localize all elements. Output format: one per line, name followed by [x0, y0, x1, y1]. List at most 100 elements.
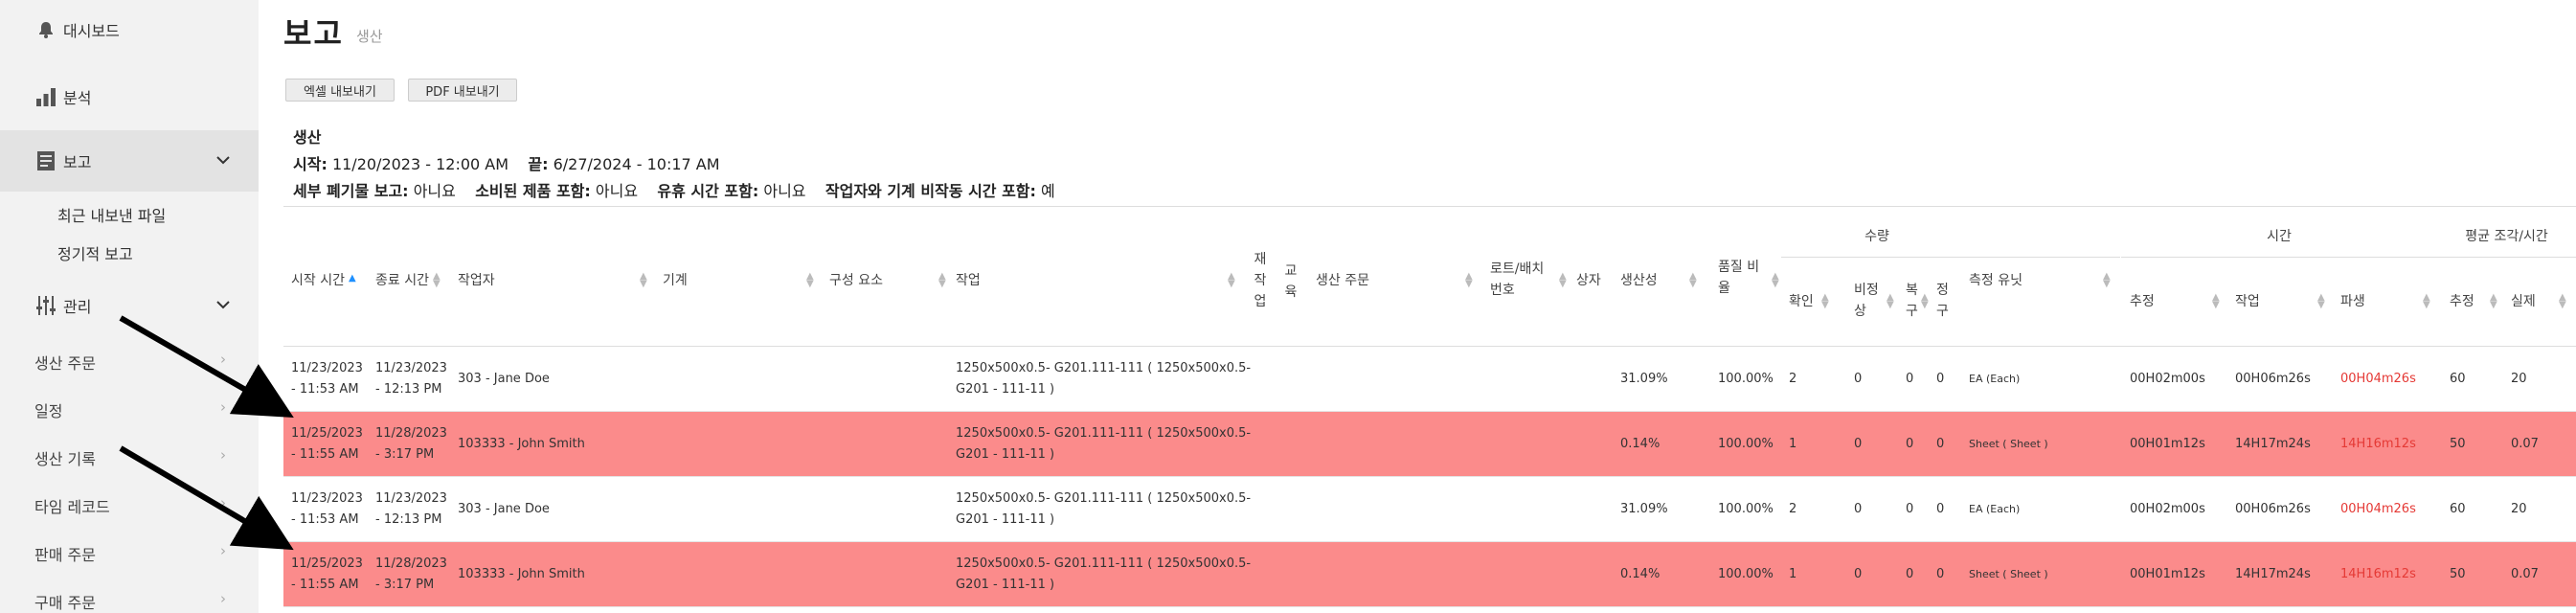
table-cell-fix: 0: [1936, 369, 1944, 390]
col-header-start-time[interactable]: 시작 시간: [291, 270, 345, 291]
col-header-end-time[interactable]: 종료 시간: [375, 270, 429, 291]
sidebar-subitem-recent-exports[interactable]: 최근 내보낸 파일: [57, 203, 166, 226]
table-cell-estimated: 00H01m12s: [2130, 434, 2205, 455]
cell-text: EA (Each): [1969, 503, 2021, 515]
sort-icon[interactable]: ▲ ▼: [2423, 293, 2430, 310]
col-header-unit[interactable]: 측정 유닛: [1969, 270, 2022, 291]
sidebar-subitem-production-log[interactable]: 생산 기록 ›: [34, 446, 226, 469]
table-cell-derived: 00H04m26s: [2340, 499, 2416, 520]
col-header-confirmed[interactable]: 확인: [1789, 291, 1814, 312]
sidebar-subitem-scheduled-reports[interactable]: 정기적 보고: [57, 241, 133, 264]
cell-text: 31.09%: [1620, 502, 1668, 516]
cell-text: 100.00%: [1718, 437, 1774, 451]
table-row[interactable]: 11/25/2023- 11:55 AM 11/28/2023- 3:17 PM 1…: [283, 412, 2576, 477]
sidebar-item-manage[interactable]: 관리: [0, 289, 259, 322]
col-header-job[interactable]: 작업: [956, 270, 981, 291]
sort-icon[interactable]: ▲ ▼: [1772, 272, 1779, 289]
table-row[interactable]: 11/23/2023 - 11:53 AM 11/23/2023 - 12:13 PM…: [283, 477, 2576, 542]
sort-icon[interactable]: ▲ ▼: [938, 272, 946, 289]
col-header-machine[interactable]: 기계: [663, 270, 688, 291]
sort-icon[interactable]: ▲ ▼: [2317, 293, 2325, 310]
col-header-estimated[interactable]: 추정: [2130, 291, 2155, 312]
table-row[interactable]: 11/23/2023 - 11:53 AM 11/23/2023 - 12:13 PM…: [283, 347, 2576, 412]
sort-icon[interactable]: ▲ ▼: [2559, 293, 2566, 310]
cell-text: 0: [1906, 567, 1914, 581]
sidebar-item-analysis[interactable]: 분석: [0, 80, 259, 113]
table-cell-avg_est: 60: [2450, 499, 2466, 520]
col-header-fix[interactable]: 정 구: [1936, 280, 1949, 322]
bar-chart-icon: [34, 85, 57, 108]
table-cell-confirmed: 1: [1789, 434, 1796, 455]
col-header-avg-estimated[interactable]: 추정: [2450, 291, 2474, 312]
table-cell-fix: 0: [1936, 434, 1944, 455]
table-cell-work: 14H17m24s: [2235, 564, 2311, 585]
table-cell-abnormal: 0: [1854, 434, 1862, 455]
sort-icon[interactable]: ▲ ▼: [1821, 293, 1829, 310]
col-header-lot[interactable]: 로트/배치 번호: [1490, 259, 1544, 301]
cell-text: 11/28/2023: [375, 426, 447, 441]
col-header-recovery[interactable]: 복 구: [1906, 280, 1918, 322]
sort-icon[interactable]: ▲ ▼: [1887, 293, 1894, 310]
table-cell-end: 11/28/2023 - 3:17 PM: [375, 423, 447, 465]
table-cell-estimated: 00H02m00s: [2130, 499, 2205, 520]
sort-icon[interactable]: ▲ ▼: [2212, 293, 2220, 310]
sidebar-subitem-time-records[interactable]: 타임 레코드 ›: [34, 494, 226, 517]
cell-text: 103333 - John Smith: [458, 437, 585, 451]
sidebar-subitem-purchase-orders[interactable]: 구매 주문 ›: [34, 590, 226, 613]
sidebar-item-report[interactable]: 보고: [0, 130, 259, 192]
col-header-abnormal[interactable]: 비정 상: [1854, 280, 1879, 322]
chevron-down-icon[interactable]: [216, 154, 230, 169]
cell-text: 14H16m12s: [2340, 567, 2416, 581]
col-header-education[interactable]: 교 육: [1283, 261, 1299, 303]
cell-text: 11/23/2023: [375, 361, 447, 375]
sort-icon[interactable]: ▲ ▼: [1228, 272, 1235, 289]
sort-icon[interactable]: ▲ ▼: [1559, 272, 1567, 289]
cell-text: 0.14%: [1620, 437, 1661, 451]
cell-text: - 11:53 AM: [291, 512, 359, 527]
cell-text: 0: [1936, 502, 1945, 516]
table-cell-abnormal: 0: [1854, 564, 1862, 585]
consumed-label: 소비된 제품 포함:: [475, 182, 591, 200]
col-header-derived[interactable]: 파생: [2340, 291, 2365, 312]
table-cell-unit: EA (Each): [1969, 369, 2020, 390]
table-cell-operator: 303 - Jane Doe: [458, 369, 550, 390]
cell-text: 20: [2511, 372, 2527, 386]
sort-icon[interactable]: ▲ ▼: [2490, 293, 2497, 310]
export-pdf-button[interactable]: PDF 내보내기: [408, 79, 517, 102]
sort-icon[interactable]: ▲ ▼: [433, 272, 441, 289]
col-header-production-order[interactable]: 생산 주문: [1316, 270, 1369, 291]
col-header-avg-actual[interactable]: 실제: [2511, 291, 2536, 312]
table-cell-job: 1250x500x0.5- G201.111-111 ( 1250x500x0.…: [956, 554, 1251, 596]
sidebar-subitem-sales-orders[interactable]: 판매 주문 ›: [34, 542, 226, 565]
col-header-component[interactable]: 구성 요소: [829, 270, 883, 291]
sort-icon[interactable]: ▲ ▼: [2103, 272, 2111, 289]
sort-icon[interactable]: ▲ ▼: [1921, 293, 1929, 310]
export-excel-button[interactable]: 엑셀 내보내기: [285, 79, 395, 102]
chevron-down-icon[interactable]: [216, 299, 230, 313]
col-header-quality[interactable]: 품질 비 율: [1718, 257, 1759, 299]
cell-text: 11/28/2023: [375, 556, 447, 571]
sidebar-subitem-schedule[interactable]: 일정 ›: [34, 398, 226, 421]
col-header-operator[interactable]: 작업자: [458, 270, 495, 291]
table-cell-work: 00H06m26s: [2235, 369, 2311, 390]
sort-icon[interactable]: ▲ ▼: [640, 272, 647, 289]
sort-icon[interactable]: ▲ ▼: [806, 272, 814, 289]
cell-text: - 12:13 PM: [375, 512, 442, 527]
cell-text: 00H06m26s: [2235, 502, 2311, 516]
sidebar-subitem-production-orders[interactable]: 생산 주문 ›: [34, 351, 226, 374]
table-row[interactable]: 11/25/2023- 11:55 AM 11/28/2023- 3:17 PM 1…: [283, 542, 2576, 607]
table-cell-avg_act: 20: [2511, 369, 2527, 390]
sort-icon[interactable]: ▲ ▼: [1689, 272, 1697, 289]
cell-text: 31.09%: [1620, 372, 1668, 386]
col-header-rework[interactable]: 재 작 업: [1253, 249, 1268, 312]
table-cell-quality: 100.00%: [1718, 434, 1774, 455]
sort-icon[interactable]: ▲ ▼: [1465, 272, 1473, 289]
cell-text: 0: [1936, 437, 1945, 451]
sidebar-item-dashboard[interactable]: 대시보드: [0, 13, 259, 46]
sort-asc-icon[interactable]: ▲: [349, 274, 356, 284]
col-header-box[interactable]: 상자: [1576, 270, 1601, 291]
col-header-work[interactable]: 작업: [2235, 291, 2260, 312]
cell-text: 00H01m12s: [2130, 567, 2205, 581]
col-header-productivity[interactable]: 생산성: [1620, 270, 1658, 291]
cell-text: 1250x500x0.5- G201.111-111 ( 1250x500x0.…: [956, 491, 1252, 506]
